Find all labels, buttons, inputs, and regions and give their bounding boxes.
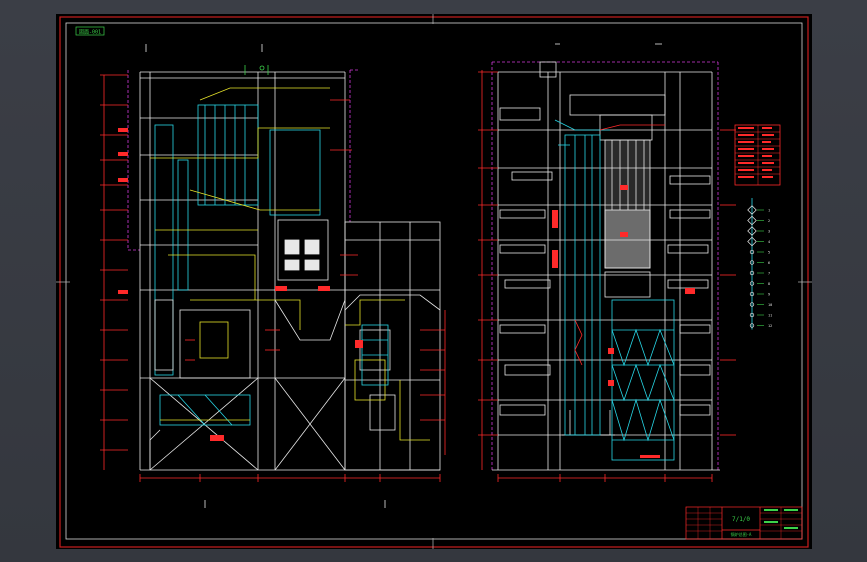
symbol-legend-label: 6 (768, 261, 770, 265)
symbol-legend-label: 3 (768, 230, 770, 234)
symbol-legend-label: 8 (768, 282, 770, 286)
symbol-legend-label: 9 (768, 293, 770, 297)
paper-background (56, 14, 812, 549)
symbol-legend-label: 5 (768, 251, 770, 255)
symbol-legend-label: 4 (768, 240, 770, 244)
symbol-legend-label: 2 (768, 219, 770, 223)
title-block-code: 7/1/0 (732, 516, 750, 523)
cad-viewport: 図面-001 1 2 3 4 5 6 7 8 9 10 11 12 7/1/0 … (0, 0, 867, 562)
symbol-legend-label: 1 (768, 209, 770, 213)
title-block-caption: 锅炉总图-A (731, 531, 752, 537)
symbol-legend-label: 12 (768, 324, 772, 328)
symbol-legend-label: 11 (768, 314, 772, 318)
symbol-legend-label: 10 (768, 303, 772, 307)
drawing-sheet: 図面-001 123456789101112 7/1/0 锅炉总图-A (56, 14, 812, 549)
symbol-legend-label: 7 (768, 272, 770, 276)
drawing-stamp-text: 図面-001 (79, 30, 101, 36)
